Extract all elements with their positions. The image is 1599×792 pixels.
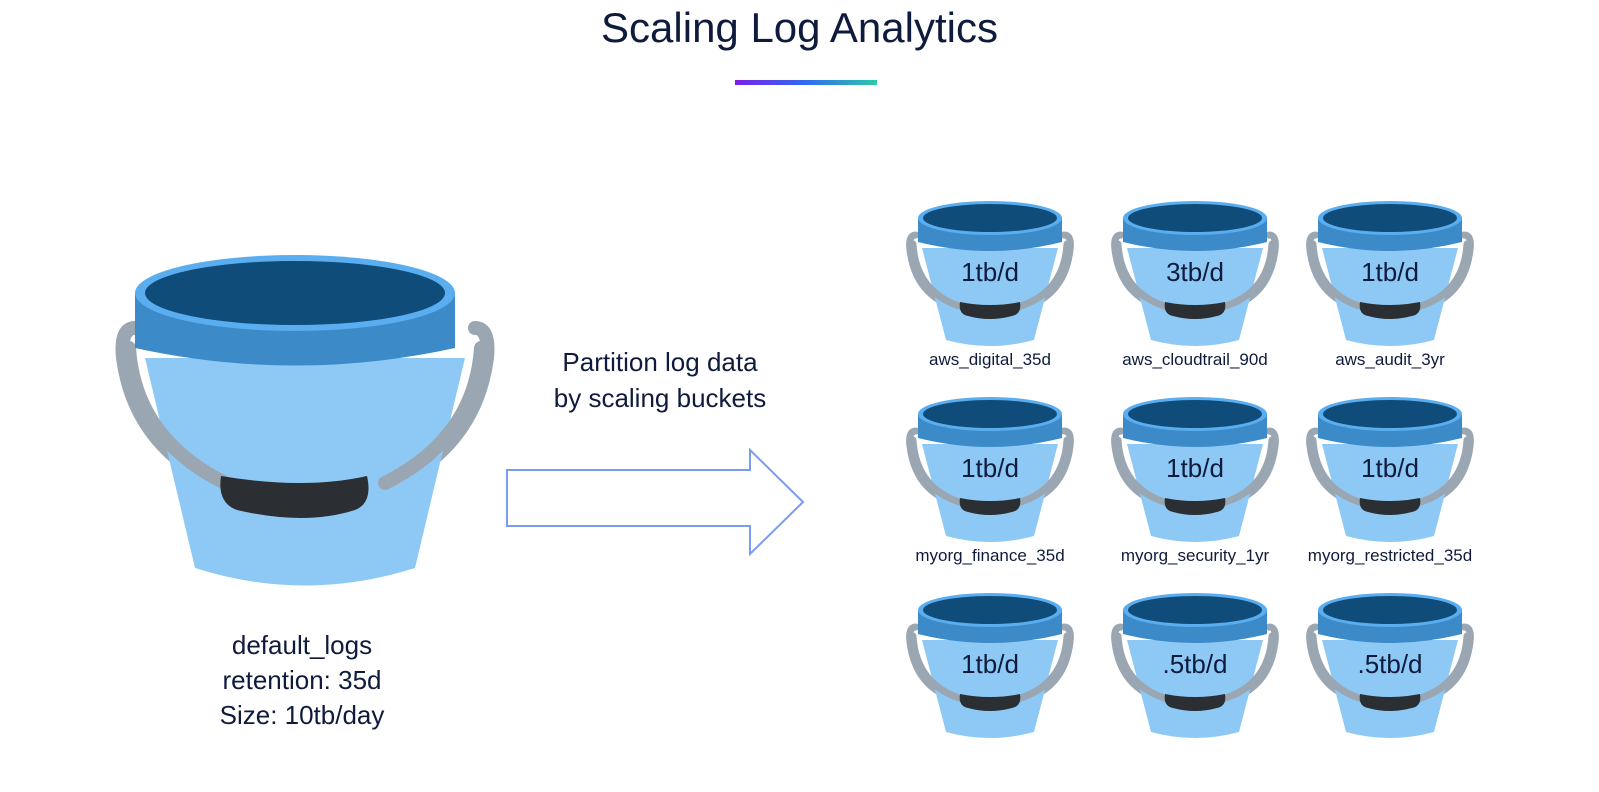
bucket-name: aws_audit_3yr (1335, 350, 1445, 369)
bucket-rate: 1tb/d (961, 453, 1019, 483)
default-bucket-size: Size: 10tb/day (219, 700, 385, 730)
bucket-aws-digital-35d: 1tb/d aws_digital_35d (890, 200, 1090, 400)
bucket-rate: 1tb/d (961, 257, 1019, 287)
bucket-aws-cloudtrail-90d: 3tb/d aws_cloudtrail_90d (1095, 200, 1295, 400)
partition-label: Partition log data by scaling buckets (520, 344, 800, 416)
bucket-7: 1tb/d (890, 592, 1090, 792)
bucket-rate: 1tb/d (1166, 453, 1224, 483)
bucket-rate: 1tb/d (1361, 453, 1419, 483)
default-bucket-name: default_logs (231, 630, 373, 660)
scaling-buckets-grid: 1tb/d aws_digital_35d 3tb/d aws_cloudtrail… (890, 200, 1490, 760)
bucket-8: .5tb/d (1095, 592, 1295, 792)
default-logs-caption: default_logs retention: 35d Size: 10tb/d… (152, 628, 452, 733)
bucket-rate: .5tb/d (1357, 649, 1423, 679)
bucket-rate: 1tb/d (1361, 257, 1419, 287)
bucket-rate: .5tb/d (1162, 649, 1228, 679)
partition-label-line2: by scaling buckets (553, 383, 767, 413)
right-arrow-icon (506, 448, 805, 557)
bucket-rate: 1tb/d (961, 649, 1019, 679)
bucket-myorg-restricted-35d: 1tb/d myorg_restricted_35d (1290, 396, 1490, 596)
title-underline (735, 80, 877, 85)
bucket-myorg-security-1yr: 1tb/d myorg_security_1yr (1095, 396, 1295, 596)
bucket-name: myorg_restricted_35d (1307, 546, 1473, 565)
bucket-myorg-finance-35d: 1tb/d myorg_finance_35d (890, 396, 1090, 596)
bucket-aws-audit-3yr: 1tb/d aws_audit_3yr (1290, 200, 1490, 400)
page-title: Scaling Log Analytics (601, 4, 998, 51)
bucket-9: .5tb/d (1290, 592, 1490, 792)
bucket-rate: 3tb/d (1166, 257, 1224, 287)
default-bucket-retention: retention: 35d (222, 665, 382, 695)
default-logs-bucket-icon (115, 255, 495, 586)
partition-label-line1: Partition log data (562, 347, 758, 377)
